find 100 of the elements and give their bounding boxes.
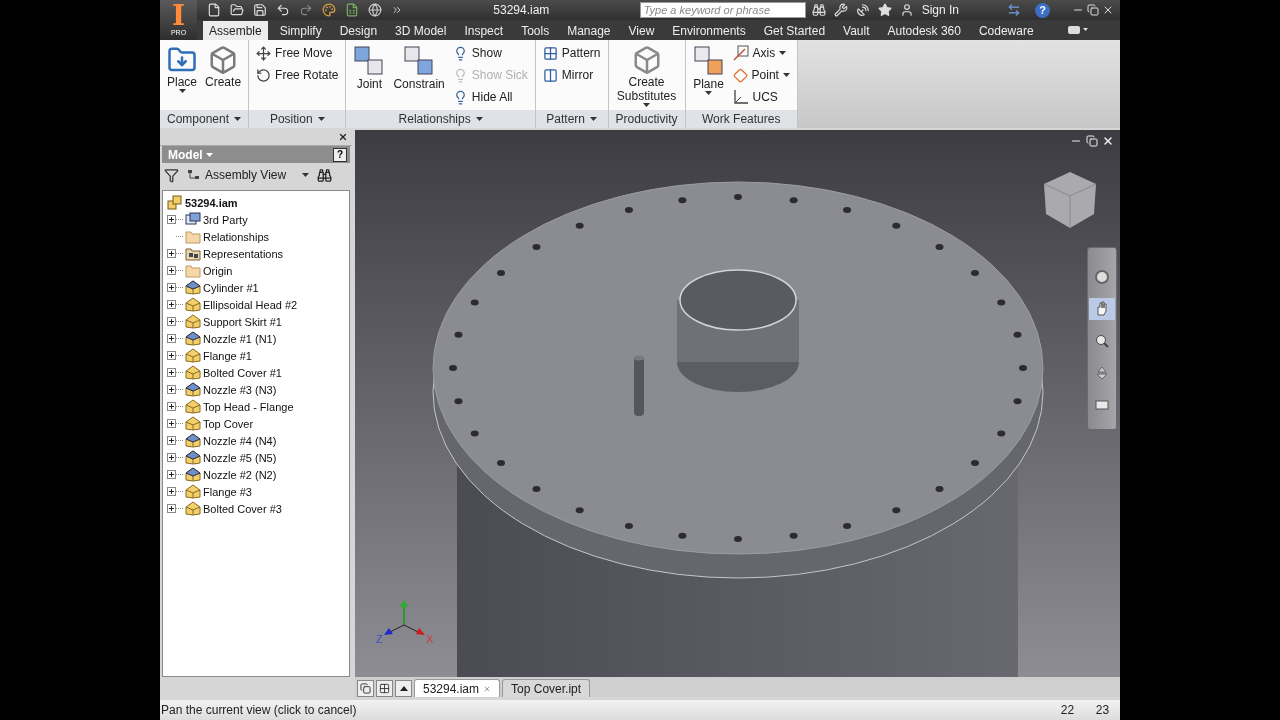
spreadsheet-icon[interactable] [345, 3, 359, 17]
ribbon-button[interactable]: Axis [730, 43, 792, 63]
restore-icon[interactable] [1086, 135, 1098, 147]
ribbon-button[interactable]: Mirror [540, 65, 603, 85]
ribbon-button[interactable]: Constrain [391, 43, 447, 110]
ribbon-tab[interactable]: Assemble [203, 21, 268, 40]
open-folder-icon[interactable] [230, 3, 244, 17]
tree-item[interactable]: Top Head - Flange [185, 399, 294, 414]
globe-icon[interactable] [368, 3, 382, 17]
chevrons-icon[interactable] [391, 4, 403, 16]
panel-label[interactable]: Component [160, 110, 249, 128]
search-field[interactable]: Type a keyword or phrase [639, 2, 806, 18]
expand-icon[interactable] [167, 436, 176, 445]
help-button[interactable]: ? [333, 147, 347, 162]
tree-item[interactable]: Origin [185, 263, 233, 278]
expand-icon[interactable] [167, 487, 176, 496]
ribbon-button[interactable]: Free Move [254, 43, 341, 63]
ribbon-button[interactable]: Free Rotate [254, 65, 341, 85]
palette-icon[interactable] [322, 3, 336, 17]
ribbon-tab[interactable]: Manage [561, 21, 617, 40]
ribbon-tab[interactable]: Get Started [757, 21, 832, 40]
close-icon[interactable] [1102, 135, 1114, 147]
ribbon-button[interactable]: Create Substitutes [613, 43, 680, 110]
tree-item[interactable]: Ellipsoidal Head #2 [185, 297, 298, 312]
help-button[interactable]: ? [1035, 2, 1050, 18]
close-icon[interactable] [338, 131, 348, 142]
expand-icon[interactable] [167, 385, 176, 394]
expand-icon[interactable] [167, 470, 176, 479]
navigation-tool[interactable] [1089, 298, 1115, 320]
ribbon-button[interactable]: Joint [351, 43, 388, 110]
tree-item[interactable]: Support Skirt #1 [185, 314, 282, 329]
tree-item[interactable]: Nozzle #4 (N4) [185, 433, 277, 448]
display-toggle-icon[interactable] [1067, 25, 1088, 35]
filter-icon[interactable] [164, 167, 179, 183]
tree-item[interactable]: Representations [185, 246, 284, 261]
redo-icon[interactable] [299, 3, 313, 17]
ribbon-tab[interactable]: Simplify [273, 21, 328, 40]
tree-item[interactable]: Flange #1 [185, 348, 252, 363]
tree-item[interactable]: Nozzle #5 (N5) [185, 450, 277, 465]
ribbon-button[interactable]: Pattern [540, 43, 603, 63]
close-icon[interactable] [1102, 4, 1114, 16]
panel-label[interactable]: Pattern [535, 110, 608, 128]
ribbon-button[interactable]: Create [203, 43, 244, 110]
expand-icon[interactable] [167, 317, 176, 326]
expand-icon[interactable] [167, 351, 176, 360]
tree-item[interactable]: Flange #3 [185, 484, 252, 499]
expand-icon[interactable] [167, 249, 176, 258]
ribbon-tab[interactable]: View [622, 21, 661, 40]
new-file-icon[interactable] [207, 3, 221, 17]
binoculars-icon[interactable] [317, 167, 333, 183]
ribbon-tab[interactable]: Vault [837, 21, 876, 40]
expand-icon[interactable] [167, 419, 176, 428]
star-icon[interactable] [877, 3, 892, 17]
expand-icon[interactable] [167, 368, 176, 377]
ribbon-tab[interactable]: Design [333, 21, 384, 40]
expand-icon[interactable] [167, 453, 176, 462]
panel-label[interactable]: Work Features [685, 110, 797, 128]
ribbon-button[interactable]: Hide All [450, 87, 530, 107]
expand-icon[interactable] [167, 215, 176, 224]
tree-item[interactable]: Cylinder #1 [185, 280, 259, 295]
expand-icon[interactable] [167, 300, 176, 309]
tree-item[interactable]: Nozzle #3 (N3) [185, 382, 277, 397]
panel-label[interactable]: Productivity [608, 110, 685, 128]
document-tab[interactable]: 53294.iam [414, 679, 501, 697]
ribbon-tab[interactable]: 3D Model [389, 21, 453, 40]
ribbon-tab[interactable]: Tools [515, 21, 556, 40]
tree-item[interactable]: Nozzle #1 (N1) [185, 331, 277, 346]
tree-item[interactable]: 3rd Party [185, 212, 248, 227]
ribbon-tab[interactable]: Codeware [972, 21, 1040, 40]
expand-icon[interactable] [167, 266, 176, 275]
document-tab[interactable]: Top Cover.ipt [502, 679, 591, 697]
cascade-button[interactable] [357, 680, 374, 697]
list-button[interactable] [395, 680, 412, 697]
tree-item[interactable]: 53294.iam [167, 195, 238, 210]
expand-icon[interactable] [167, 334, 176, 343]
save-icon[interactable] [253, 3, 267, 17]
restore-icon[interactable] [1087, 4, 1099, 16]
sign-in-link[interactable]: Sign In [921, 3, 959, 17]
ribbon-tab[interactable]: Environments [666, 21, 752, 40]
user-icon[interactable] [899, 3, 914, 17]
ribbon-tab[interactable]: Inspect [458, 21, 510, 40]
panel-label[interactable]: Relationships [346, 110, 535, 128]
tree-item[interactable]: Relationships [185, 229, 270, 244]
expand-icon[interactable] [167, 402, 176, 411]
ribbon-button[interactable]: UCS [730, 87, 792, 107]
exchange-icon[interactable] [1007, 3, 1021, 17]
tile-button[interactable] [376, 680, 393, 697]
ribbon-button[interactable]: Plane [690, 43, 727, 110]
view-dropdown[interactable]: Assembly View [185, 168, 312, 182]
satellite-dish-icon[interactable] [855, 3, 870, 17]
expand-icon[interactable] [167, 504, 176, 513]
tree-item[interactable]: Nozzle #2 (N2) [185, 467, 277, 482]
ribbon-button[interactable]: Place [165, 43, 200, 110]
ribbon-button[interactable]: Point [730, 65, 792, 85]
tree-item[interactable]: Bolted Cover #1 [185, 365, 282, 380]
expand-icon[interactable] [167, 283, 176, 292]
panel-label[interactable]: Position [249, 110, 346, 128]
binoculars-icon[interactable] [811, 3, 826, 17]
wrench-icon[interactable] [833, 3, 848, 17]
ribbon-button[interactable]: Show [450, 43, 530, 63]
